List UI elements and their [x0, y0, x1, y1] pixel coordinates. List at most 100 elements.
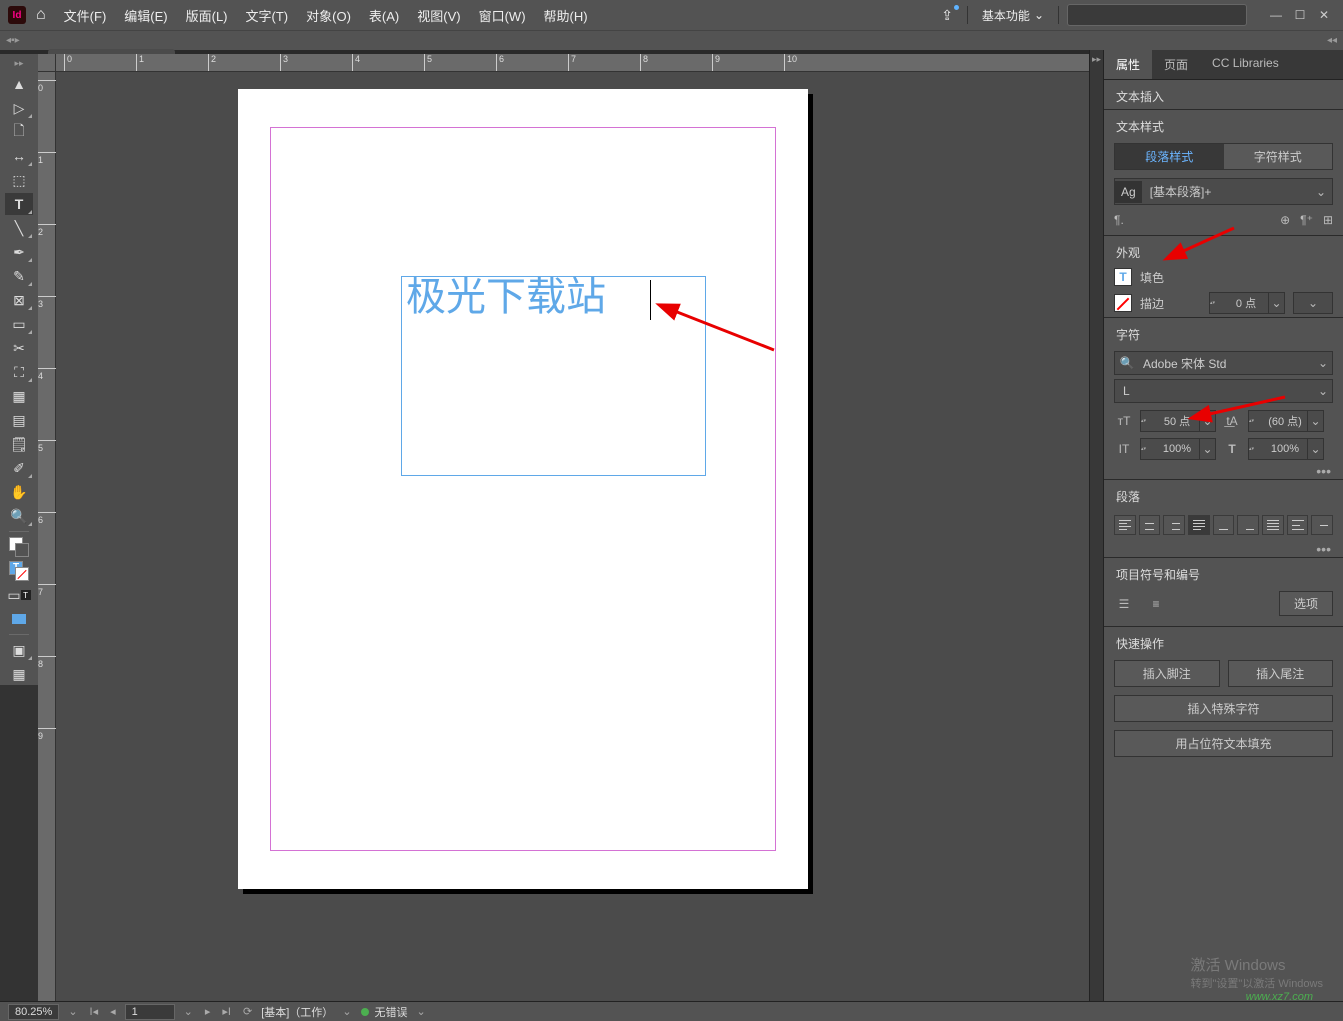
control-bar-collapse[interactable]: ◂◂	[1327, 35, 1337, 46]
page-field[interactable]: 1	[125, 1004, 175, 1020]
font-weight-select[interactable]: L ⌄	[1114, 379, 1333, 403]
eyedropper-tool[interactable]: ✐	[5, 457, 33, 479]
open-icon[interactable]: ⟳	[240, 1005, 255, 1018]
align-left[interactable]	[1114, 515, 1136, 535]
justify-left[interactable]	[1188, 515, 1210, 535]
zoom-field[interactable]: 80.25%	[8, 1004, 59, 1020]
ruler-origin[interactable]	[38, 54, 56, 72]
rectangle-tool[interactable]: ▭	[5, 313, 33, 335]
align-spine[interactable]	[1287, 515, 1309, 535]
font-size-input[interactable]: ▴▾50 点⌄	[1140, 410, 1216, 432]
align-right[interactable]	[1163, 515, 1185, 535]
chevron-down-icon[interactable]: ⌄	[414, 1005, 429, 1018]
justify-center[interactable]	[1213, 515, 1235, 535]
toolbox-handle[interactable]: ▸▸	[14, 58, 23, 69]
page[interactable]	[238, 89, 808, 889]
close-button[interactable]: ✕	[1313, 6, 1335, 24]
type-tool[interactable]: T	[5, 193, 33, 215]
placeholder-text-button[interactable]: 用占位符文本填充	[1114, 730, 1333, 757]
menu-text[interactable]: 文字(T)	[238, 2, 297, 29]
align-center[interactable]	[1139, 515, 1161, 535]
menu-edit[interactable]: 编辑(E)	[116, 2, 175, 29]
paragraph-styles-tab[interactable]: 段落样式	[1115, 144, 1224, 169]
chevron-down-icon[interactable]: ⌄	[339, 1005, 354, 1018]
search-input[interactable]	[1067, 4, 1247, 26]
pen-tool[interactable]: ✒	[5, 241, 33, 263]
menu-file[interactable]: 文件(F)	[56, 2, 115, 29]
paragraph-style-select[interactable]: Ag [基本段落]+ ⌄	[1114, 178, 1333, 205]
stroke-weight-input[interactable]: ▴▾0 点⌄	[1209, 292, 1285, 314]
insert-footnote-button[interactable]: 插入脚注	[1114, 660, 1220, 687]
first-page-icon[interactable]: I◂	[87, 1005, 102, 1018]
zoom-tool[interactable]: 🔍	[5, 505, 33, 527]
chevron-down-icon[interactable]: ⌄	[1314, 356, 1332, 370]
document-profile[interactable]: [基本]（工作）	[261, 1004, 333, 1020]
viewport[interactable]: 极光下载站	[56, 72, 1103, 1001]
rectangle-frame-tool[interactable]: ⊠	[5, 289, 33, 311]
line-tool[interactable]: ╲	[5, 217, 33, 239]
tab-properties[interactable]: 属性	[1104, 50, 1152, 79]
paragraph-symbol-icon[interactable]: ¶.	[1114, 213, 1124, 227]
fill-stroke-swap[interactable]	[5, 536, 33, 558]
ruler-horizontal[interactable]: 0 1 2 3 4 5 6 7 8 9 10	[56, 54, 1103, 72]
apply-fill[interactable]	[5, 608, 33, 630]
next-page-icon[interactable]: ▸	[202, 1005, 214, 1018]
justify-right[interactable]	[1237, 515, 1259, 535]
fill-swatch[interactable]: T	[1114, 268, 1132, 286]
more-options-icon[interactable]: •••	[1104, 463, 1343, 479]
ruler-vertical[interactable]: 0 1 2 3 4 5 6 7 8 9	[38, 72, 56, 1001]
chevron-down-icon[interactable]: ⌄	[1310, 181, 1332, 203]
menu-view[interactable]: 视图(V)	[409, 2, 468, 29]
preflight-status[interactable]: 无错误	[375, 1004, 408, 1020]
more-options-icon[interactable]: •••	[1104, 541, 1343, 557]
new-style-icon[interactable]: ⊕	[1280, 213, 1290, 227]
menu-help[interactable]: 帮助(H)	[536, 2, 596, 29]
numbered-list-icon[interactable]: ≡	[1146, 595, 1166, 613]
formatting-swatch[interactable]: T	[5, 560, 33, 582]
text-frame[interactable]: 极光下载站	[401, 276, 706, 476]
view-mode[interactable]: ▣	[5, 639, 33, 661]
minimize-button[interactable]: —	[1265, 6, 1287, 24]
direct-selection-tool[interactable]: ▷	[5, 97, 33, 119]
menu-object[interactable]: 对象(O)	[298, 2, 359, 29]
menu-table[interactable]: 表(A)	[361, 2, 407, 29]
home-icon[interactable]: ⌂	[36, 6, 46, 24]
chevron-down-icon[interactable]: ⌄	[65, 1005, 80, 1018]
special-char-button[interactable]: 插入特殊字符	[1114, 695, 1333, 722]
leading-input[interactable]: ▴▾(60 点)⌄	[1248, 410, 1324, 432]
font-family-select[interactable]: 🔍 Adobe 宋体 Std ⌄	[1114, 351, 1333, 375]
selection-tool[interactable]: ▲	[5, 73, 33, 95]
pencil-tool[interactable]: ✎	[5, 265, 33, 287]
hscale-input[interactable]: ▴▾100%⌄	[1248, 438, 1324, 460]
prev-page-icon[interactable]: ◂	[107, 1005, 119, 1018]
stroke-swatch[interactable]	[1114, 294, 1132, 312]
apply-color[interactable]: ▭ T	[5, 584, 33, 606]
content-collector-tool[interactable]: ⬚	[5, 169, 33, 191]
screen-mode[interactable]: ▦	[5, 663, 33, 685]
control-bar-handle[interactable]: ◂▪▸	[6, 35, 20, 46]
tab-cc-libraries[interactable]: CC Libraries	[1200, 50, 1291, 79]
tab-pages[interactable]: 页面	[1152, 50, 1200, 79]
stroke-type-select[interactable]: ⌄	[1293, 292, 1333, 314]
free-transform-tool[interactable]: ⛶	[5, 361, 33, 383]
insert-endnote-button[interactable]: 插入尾注	[1228, 660, 1334, 687]
gap-tool[interactable]: ↔	[5, 145, 33, 167]
justify-all[interactable]	[1262, 515, 1284, 535]
align-away-spine[interactable]	[1311, 515, 1333, 535]
bulleted-list-icon[interactable]: ☰	[1114, 595, 1134, 613]
workspace-selector[interactable]: 基本功能⌄	[976, 5, 1050, 26]
last-page-icon[interactable]: ▸I	[219, 1005, 234, 1018]
chevron-down-icon[interactable]: ⌄	[1314, 384, 1332, 398]
vscale-input[interactable]: ▴▾100%⌄	[1140, 438, 1216, 460]
gradient-swatch-tool[interactable]: ▦	[5, 385, 33, 407]
style-options-icon[interactable]: ⊞	[1323, 213, 1333, 227]
menu-window[interactable]: 窗口(W)	[471, 2, 534, 29]
character-styles-tab[interactable]: 字符样式	[1224, 144, 1333, 169]
scissors-tool[interactable]: ✂	[5, 337, 33, 359]
clear-override-icon[interactable]: ¶⁺	[1300, 213, 1313, 227]
hand-tool[interactable]: ✋	[5, 481, 33, 503]
menu-layout[interactable]: 版面(L)	[178, 2, 236, 29]
options-button[interactable]: 选项	[1279, 591, 1333, 616]
panel-dock[interactable]: ▸▸	[1089, 50, 1103, 1001]
maximize-button[interactable]: ☐	[1289, 6, 1311, 24]
